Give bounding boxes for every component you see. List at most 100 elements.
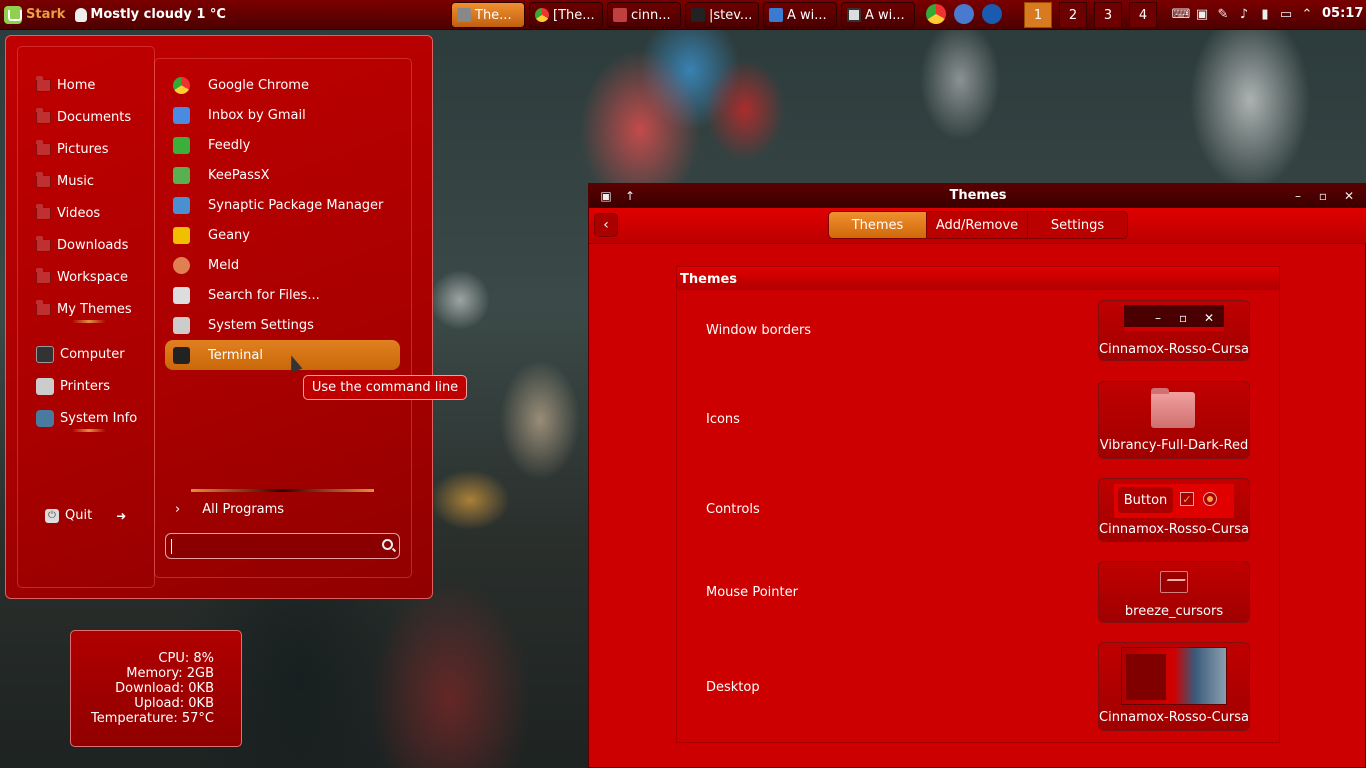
place-videos[interactable]: Videos [36, 202, 100, 224]
system-printers[interactable]: Printers [36, 375, 110, 397]
app-geany[interactable]: Geany [165, 220, 400, 250]
cpu-usage: CPU: 8% [158, 651, 214, 666]
system-monitor-desklet: CPU: 8% Memory: 2GB Download: 0KB Upload… [70, 630, 242, 747]
tab-add-remove[interactable]: Add/Remove [927, 212, 1028, 238]
tab-bar: Themes Add/Remove Settings [828, 211, 1128, 239]
hp-icon[interactable] [982, 4, 1002, 24]
chevron-right-icon: › [175, 502, 181, 517]
icons-chooser[interactable]: Vibrancy-Full-Dark-Red [1098, 381, 1250, 459]
taskbar: Stark Mostly cloudy 1 °C The... [The... … [0, 0, 1366, 30]
keyboard-icon[interactable]: ⌨ [1172, 6, 1191, 22]
app-inbox[interactable]: Inbox by Gmail [165, 100, 400, 130]
system-label: Computer [60, 346, 125, 362]
tooltip: Use the command line [303, 375, 467, 400]
system-tray: ⌨ ▣ ✎ ♪ ▮ ▭ ⌃ [1172, 6, 1315, 22]
tab-settings[interactable]: Settings [1028, 212, 1127, 238]
app-search-files[interactable]: Search for Files... [165, 280, 400, 310]
weather-text: Mostly cloudy 1 °C [90, 7, 226, 22]
clock[interactable]: 05:17 [1322, 6, 1363, 21]
app-icon [769, 8, 783, 22]
app-keepassx[interactable]: KeePassX [165, 160, 400, 190]
quit-button[interactable]: ⏻ Quit ➜ [45, 508, 126, 523]
display-icon[interactable]: ▭ [1278, 6, 1294, 22]
search-icon[interactable] [382, 539, 393, 550]
window-button-app5[interactable]: A wi... [763, 2, 837, 28]
screen-icon[interactable]: ▣ [1194, 6, 1210, 22]
all-programs-button[interactable]: › All Programs [175, 502, 284, 517]
key-icon [173, 166, 190, 184]
system-info[interactable]: System Info [36, 407, 137, 429]
themes-window: ▣ ↑ Themes – ▫ ✕ ‹ Themes Add/Remove Set… [588, 183, 1366, 768]
desktop-preview [1121, 647, 1227, 705]
place-workspace[interactable]: Workspace [36, 266, 128, 288]
system-computer[interactable]: Computer [36, 343, 125, 365]
memory-usage: Memory: 2GB [126, 666, 214, 681]
app-feedly[interactable]: Feedly [165, 130, 400, 160]
weather-applet[interactable]: Mostly cloudy 1 °C [75, 7, 226, 22]
menu-search-input[interactable] [165, 533, 400, 559]
mouse-pointer-chooser[interactable]: breeze_cursors [1098, 561, 1250, 623]
place-downloads[interactable]: Downloads [36, 234, 128, 256]
desktop-chooser[interactable]: Cinnamox-Rosso-Cursa [1098, 642, 1250, 731]
window-title: cinn... [631, 7, 671, 23]
workspace-4[interactable]: 4 [1129, 2, 1157, 28]
close-icon[interactable]: ✕ [1340, 187, 1358, 205]
folder-icon [36, 107, 51, 124]
window-title: Themes [949, 188, 1007, 203]
workspace-2[interactable]: 2 [1059, 2, 1087, 28]
workspace-3[interactable]: 3 [1094, 2, 1122, 28]
row-label-mouse-pointer: Mouse Pointer [706, 585, 798, 600]
download-rate: Download: 0KB [115, 681, 214, 696]
start-menu: Home Documents Pictures Music Videos Dow… [5, 35, 433, 599]
geany-icon [173, 226, 190, 244]
mint-logo-icon [4, 5, 22, 24]
maximize-icon: ▫ [1179, 311, 1188, 325]
window-button-folder[interactable]: cinn... [607, 2, 681, 28]
app-google-chrome[interactable]: Google Chrome [165, 70, 400, 100]
maximize-icon[interactable]: ▫ [1314, 187, 1332, 205]
network-globe-icon[interactable] [954, 4, 974, 24]
color-picker-icon[interactable]: ✎ [1215, 6, 1231, 22]
search-files-icon [173, 286, 190, 304]
minimize-icon: – [1155, 311, 1161, 325]
back-button[interactable]: ‹ [594, 213, 618, 237]
pointer-preview-icon [1160, 571, 1188, 593]
place-music[interactable]: Music [36, 170, 94, 192]
place-home[interactable]: Home [36, 74, 95, 96]
window-button-themes[interactable]: The... [451, 2, 525, 28]
folder-icon [36, 75, 51, 92]
text-cursor [171, 539, 172, 554]
icons-value: Vibrancy-Full-Dark-Red [1099, 438, 1249, 453]
controls-chooser[interactable]: Button ✓ Cinnamox-Rosso-Cursa [1098, 478, 1250, 542]
power-icon: ⏻ [45, 508, 59, 523]
app-meld[interactable]: Meld [165, 250, 400, 280]
window-title: A wi... [787, 7, 827, 23]
place-label: Downloads [57, 237, 129, 253]
workspace-1[interactable]: 1 [1024, 2, 1052, 28]
chrome-launcher-icon[interactable] [926, 4, 946, 24]
tab-themes[interactable]: Themes [829, 212, 927, 238]
battery-icon[interactable]: ▮ [1257, 6, 1273, 22]
place-documents[interactable]: Documents [36, 106, 131, 128]
folder-icon [1151, 388, 1195, 428]
place-my-themes[interactable]: My Themes [36, 298, 132, 320]
feedly-icon [173, 136, 190, 154]
minimize-icon[interactable]: – [1289, 187, 1307, 205]
window-borders-chooser[interactable]: – ▫ ✕ Cinnamox-Rosso-Cursa [1098, 300, 1250, 361]
folder-icon [613, 8, 627, 22]
main-menu-button[interactable]: Stark [0, 0, 71, 30]
sample-button: Button [1118, 487, 1173, 513]
window-button-terminal[interactable]: |stev... [685, 2, 759, 28]
app-label: Terminal [208, 347, 263, 363]
title-bar[interactable]: ▣ ↑ Themes – ▫ ✕ [589, 184, 1366, 208]
app-terminal[interactable]: Terminal [165, 340, 400, 370]
volume-icon[interactable]: ♪ [1236, 6, 1252, 22]
app-system-settings[interactable]: System Settings [165, 310, 400, 340]
place-label: Music [57, 173, 94, 189]
chevron-up-icon[interactable]: ⌃ [1299, 6, 1315, 22]
folder-icon [36, 235, 51, 252]
window-button-chrome[interactable]: [The... [529, 2, 603, 28]
place-pictures[interactable]: Pictures [36, 138, 108, 160]
window-button-app6[interactable]: A wi... [841, 2, 915, 28]
app-synaptic[interactable]: Synaptic Package Manager [165, 190, 400, 220]
